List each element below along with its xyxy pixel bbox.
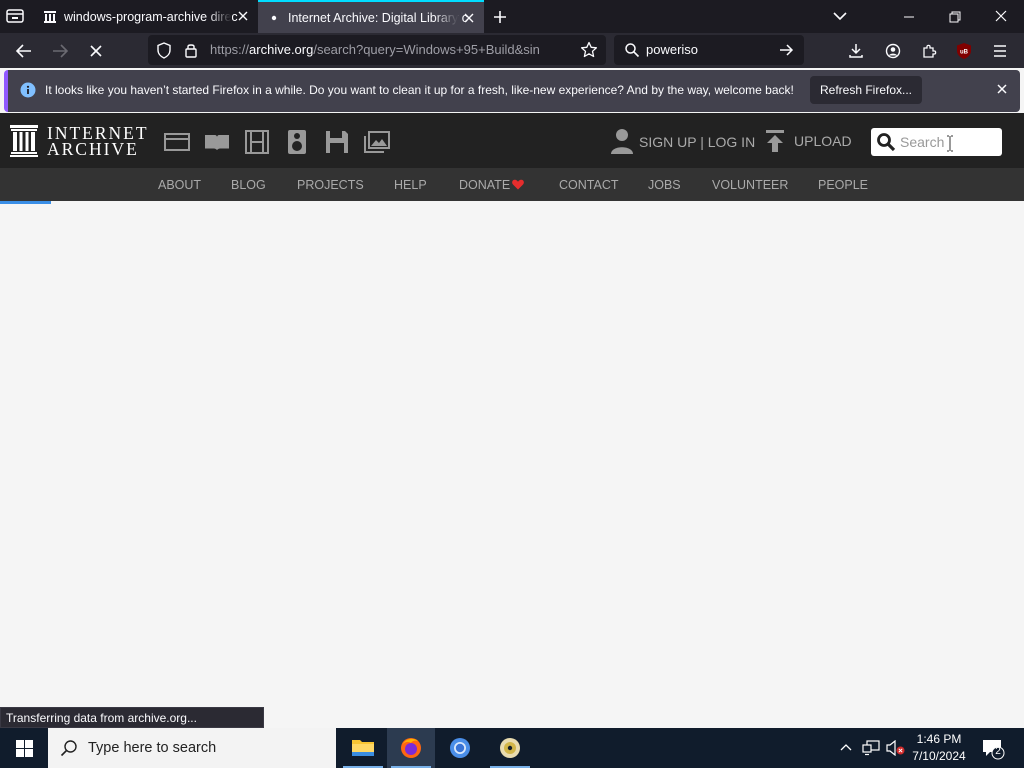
url-path: /search?query=Windows+95+Build&sin xyxy=(313,42,540,57)
account-icon[interactable] xyxy=(879,37,907,65)
firefox-taskbar-icon[interactable] xyxy=(387,728,435,768)
refresh-firefox-notification: It looks like you haven’t started Firefo… xyxy=(4,70,1020,112)
app-menu-icon[interactable] xyxy=(986,37,1014,65)
software-icon[interactable] xyxy=(324,130,350,154)
site-search-input[interactable]: Search xyxy=(871,128,1002,156)
search-icon xyxy=(876,132,896,152)
video-icon[interactable] xyxy=(244,130,270,154)
text-cursor-icon xyxy=(946,135,954,152)
taskbar-search-placeholder: Type here to search xyxy=(88,740,217,756)
nav-contact[interactable]: CONTACT xyxy=(559,178,619,192)
new-tab-icon[interactable] xyxy=(492,9,508,25)
site-search-placeholder: Search xyxy=(900,134,945,150)
heart-icon xyxy=(512,179,524,190)
notification-count-badge: 2 xyxy=(995,746,1001,757)
logo-line2: ARCHIVE xyxy=(47,139,139,159)
file-explorer-icon[interactable] xyxy=(339,728,387,768)
downloads-icon[interactable] xyxy=(842,37,870,65)
clock-date: 7/10/2024 xyxy=(912,749,966,763)
site-logo-text[interactable]: INTERNET ARCHIVE xyxy=(47,124,149,159)
page-load-progress-bar xyxy=(0,201,51,204)
internet-archive-logo-icon[interactable] xyxy=(10,125,38,157)
site-nav: ABOUT BLOG PROJECTS HELP DONATE CONTACT … xyxy=(0,168,1024,201)
tab-bar: windows-program-archive direc Internet A… xyxy=(0,0,1024,33)
tab-internet-archive[interactable]: Internet Archive: Digital Library c xyxy=(258,0,484,33)
sign-up-login-link[interactable]: SIGN UP | LOG IN xyxy=(639,134,755,150)
nav-projects[interactable]: PROJECTS xyxy=(297,178,364,192)
lock-icon[interactable] xyxy=(184,42,198,59)
bookmark-star-icon[interactable] xyxy=(580,41,598,59)
url-text[interactable]: https://archive.org/search?query=Windows… xyxy=(210,42,566,57)
close-window-icon[interactable] xyxy=(994,9,1008,23)
url-bar[interactable]: https://archive.org/search?query=Windows… xyxy=(148,35,606,65)
volume-muted-icon[interactable] xyxy=(886,740,906,756)
firefox-view-icon[interactable] xyxy=(6,8,24,24)
close-notification-icon[interactable] xyxy=(996,83,1008,95)
action-center-icon[interactable]: 2 xyxy=(982,738,1006,760)
go-arrow-icon[interactable] xyxy=(778,42,794,58)
nav-jobs[interactable]: JOBS xyxy=(648,178,681,192)
nav-volunteer[interactable]: VOLUNTEER xyxy=(712,178,788,192)
web-icon[interactable] xyxy=(164,130,190,154)
nav-people[interactable]: PEOPLE xyxy=(818,178,868,192)
ublock-origin-icon[interactable]: uB xyxy=(950,37,978,65)
tracking-protection-shield-icon[interactable] xyxy=(156,42,172,59)
extensions-icon[interactable] xyxy=(915,37,943,65)
clock-time: 1:46 PM xyxy=(916,732,962,746)
taskbar-search-box[interactable]: Type here to search xyxy=(48,728,336,768)
ublock-badge: uB xyxy=(960,50,969,56)
minimize-icon[interactable] xyxy=(902,10,916,24)
windows-taskbar: Type here to search 1:46 PM 7/10/2024 2 xyxy=(0,728,1024,768)
windows-start-icon[interactable] xyxy=(16,740,33,757)
show-hidden-icons-icon[interactable] xyxy=(839,741,853,753)
close-tab-icon[interactable] xyxy=(236,9,250,23)
status-panel: Transferring data from archive.org... xyxy=(0,707,264,728)
nav-about[interactable]: ABOUT xyxy=(158,178,201,192)
stop-icon[interactable] xyxy=(82,37,110,65)
search-icon xyxy=(60,739,78,757)
site-header: INTERNET ARCHIVE SIGN UP | LOG IN UPLOAD… xyxy=(0,113,1024,168)
forward-icon[interactable] xyxy=(46,37,74,65)
nav-blog[interactable]: BLOG xyxy=(231,178,266,192)
list-all-tabs-icon[interactable] xyxy=(832,10,848,22)
nav-help[interactable]: HELP xyxy=(394,178,427,192)
search-icon xyxy=(624,42,640,58)
audio-icon[interactable] xyxy=(284,130,310,154)
notification-message: It looks like you haven’t started Firefo… xyxy=(45,83,794,97)
upload-link[interactable]: UPLOAD xyxy=(794,133,852,149)
tab-windows-program-archive[interactable]: windows-program-archive direc xyxy=(34,0,258,33)
user-icon[interactable] xyxy=(611,128,633,154)
nav-donate[interactable]: DONATE xyxy=(459,178,510,192)
system-clock[interactable]: 1:46 PM 7/10/2024 xyxy=(908,731,970,765)
browser-search-value: poweriso xyxy=(646,42,699,57)
navigation-toolbar: https://archive.org/search?query=Windows… xyxy=(0,33,1024,68)
archive-favicon-icon xyxy=(42,9,58,25)
upload-icon[interactable] xyxy=(765,129,785,153)
chrome-taskbar-icon[interactable] xyxy=(436,728,484,768)
texts-icon[interactable] xyxy=(204,130,230,154)
close-tab-icon[interactable] xyxy=(462,11,476,25)
browser-search-field[interactable]: poweriso xyxy=(614,35,804,65)
network-icon[interactable] xyxy=(862,740,880,756)
disc-burner-icon[interactable] xyxy=(486,728,534,768)
refresh-firefox-button[interactable]: Refresh Firefox... xyxy=(810,76,922,104)
loading-dot-icon xyxy=(266,10,282,26)
url-domain: archive.org xyxy=(249,42,314,57)
images-icon[interactable] xyxy=(364,130,390,154)
back-icon[interactable] xyxy=(10,37,38,65)
info-icon xyxy=(20,82,36,98)
restore-icon[interactable] xyxy=(948,10,962,24)
url-prefix: https:// xyxy=(210,42,250,57)
